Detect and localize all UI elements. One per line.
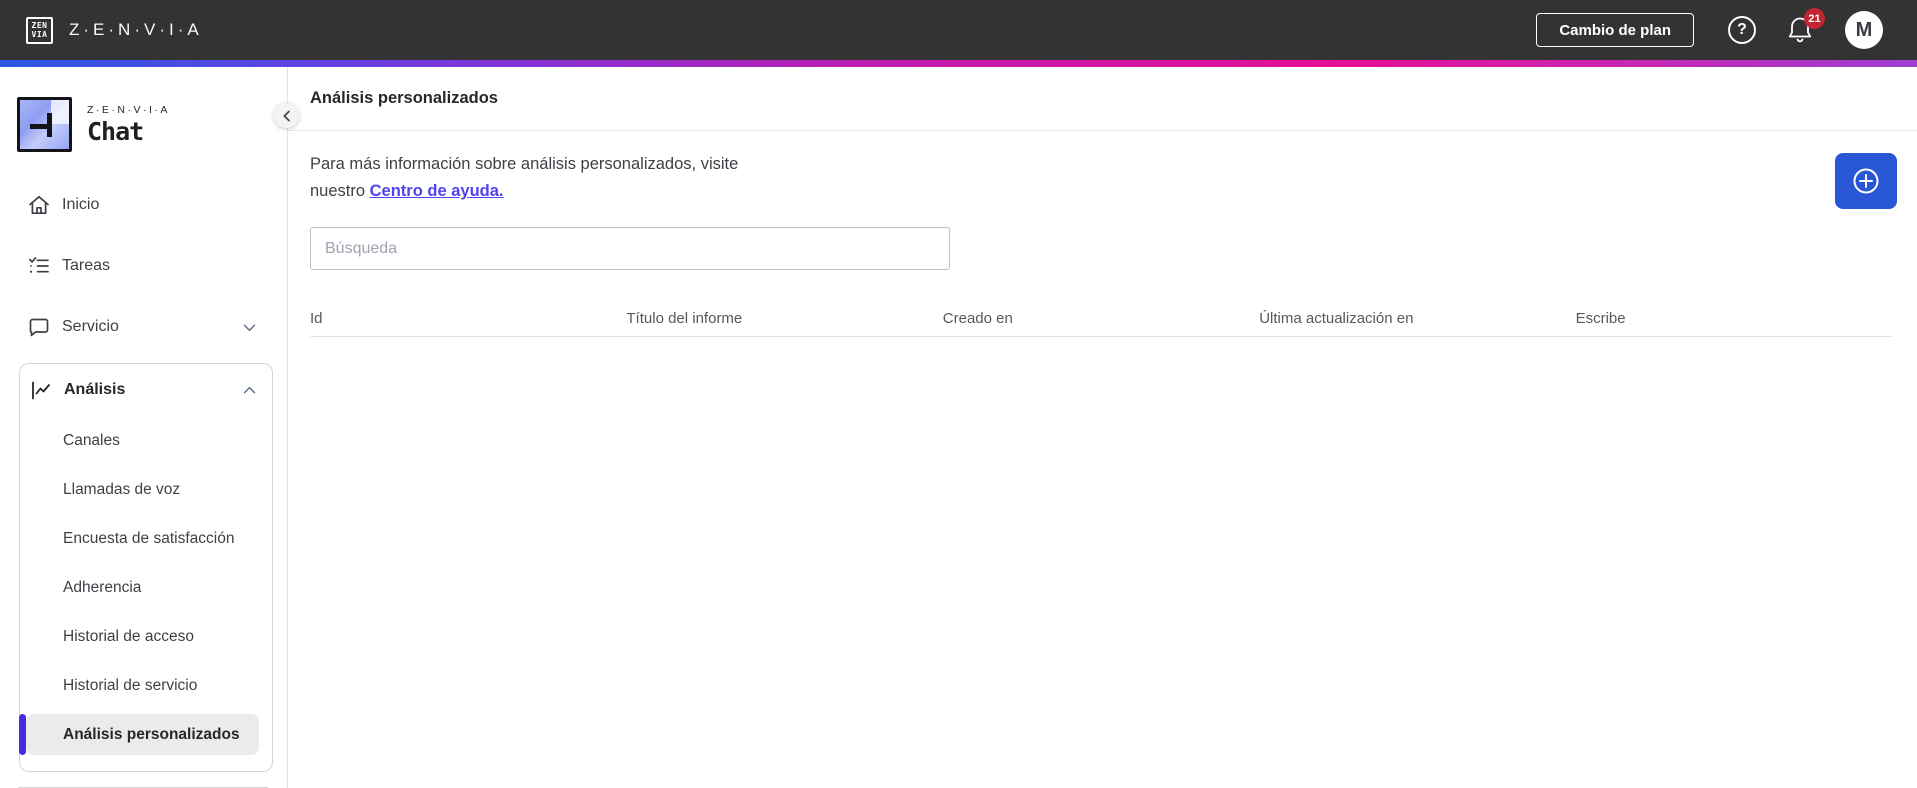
zenvia-logo-text-bottom: VIA (31, 30, 48, 39)
subitem-label: Encuesta de satisfacción (63, 529, 235, 547)
sidebar-item-label: Análisis (64, 381, 126, 398)
page-header: Análisis personalizados (288, 67, 1917, 131)
sidebar-collapse-button[interactable] (274, 103, 299, 128)
help-icon[interactable]: ? (1728, 16, 1756, 44)
add-report-button[interactable] (1835, 153, 1897, 209)
help-center-link[interactable]: Centro de ayuda. (370, 182, 504, 200)
column-header-id[interactable]: Id (310, 310, 626, 327)
subitem-label: Historial de servicio (63, 676, 198, 694)
sidebar-item-inicio[interactable]: Inicio (0, 180, 287, 230)
notifications-button[interactable]: 21 (1785, 8, 1825, 46)
sidebar-item-label: Inicio (62, 196, 100, 213)
sidebar-item-tareas[interactable]: Tareas (0, 241, 287, 291)
sidebar-item-label: Tareas (62, 257, 111, 274)
zenvia-chat-logo: Z·E·N·V·I·A Chat (17, 97, 287, 152)
subitem-label: Historial de acceso (63, 627, 194, 645)
table-body-empty (310, 337, 1892, 717)
accent-gradient-stripe (0, 60, 1917, 67)
subitem-label: Llamadas de voz (63, 480, 181, 498)
content-area: Para más información sobre análisis pers… (288, 131, 1917, 717)
column-header-ultima-actualizacion[interactable]: Última actualización en (1259, 310, 1575, 327)
sidebar-item-label: Servicio (62, 318, 119, 335)
chat-bubble-icon (27, 315, 51, 339)
zenvia-logo-text-top: ZEN (31, 21, 48, 30)
subitem-label: Análisis personalizados (63, 725, 240, 743)
chat-logo-icon (17, 97, 72, 152)
active-indicator-bar (19, 714, 26, 755)
plus-circle-icon (1853, 168, 1879, 194)
page-title: Análisis personalizados (310, 89, 498, 107)
sidebar-subitem-llamadas-de-voz[interactable]: Llamadas de voz (20, 465, 272, 514)
tasks-icon (27, 254, 51, 278)
sidebar-subitem-historial-de-acceso[interactable]: Historial de acceso (20, 612, 272, 661)
chevron-left-icon (282, 110, 290, 121)
brand-wordmark: Z·E·N·V·I·A (69, 20, 203, 39)
column-header-titulo[interactable]: Título del informe (626, 310, 942, 327)
user-avatar[interactable]: M (1845, 11, 1883, 49)
line-chart-icon (29, 378, 55, 402)
analysis-section: Análisis Canales Llamadas de voz Encuest… (19, 363, 273, 772)
zenvia-logo-icon: ZEN VIA (26, 16, 53, 44)
sidebar-subitem-analisis-personalizados[interactable]: Análisis personalizados (19, 710, 272, 759)
subitem-label: Adherencia (63, 578, 142, 596)
sidebar-item-analisis[interactable]: Análisis (20, 364, 272, 416)
notification-count-badge: 21 (1804, 8, 1825, 29)
column-header-escribe[interactable]: Escribe (1576, 310, 1892, 327)
sidebar: Z·E·N·V·I·A Chat Inicio Tareas Servicio … (0, 67, 288, 788)
chevron-down-icon (241, 319, 258, 336)
home-icon (27, 193, 51, 217)
intro-paragraph: Para más información sobre análisis pers… (310, 151, 790, 205)
subitem-label: Canales (63, 431, 120, 449)
main-content: Análisis personalizados Para más informa… (288, 67, 1917, 788)
sidebar-subitem-canales[interactable]: Canales (20, 416, 272, 465)
sidebar-subitem-encuesta-de-satisfaccion[interactable]: Encuesta de satisfacción (20, 514, 272, 563)
table-header-row: Id Título del informe Creado en Última a… (310, 300, 1892, 337)
sidebar-item-servicio[interactable]: Servicio (0, 302, 287, 352)
topbar: ZEN VIA Z·E·N·V·I·A Cambio de plan ? 21 … (0, 0, 1917, 60)
avatar-initial: M (1855, 18, 1873, 41)
sidebar-subitem-historial-de-servicio[interactable]: Historial de servicio (20, 661, 272, 710)
change-plan-button[interactable]: Cambio de plan (1536, 13, 1694, 47)
sidebar-subitem-adherencia[interactable]: Adherencia (20, 563, 272, 612)
search-input[interactable] (310, 227, 950, 270)
sidebar-product-text: Chat (87, 116, 144, 146)
sidebar-menu: Inicio Tareas Servicio (0, 180, 287, 352)
help-glyph: ? (1737, 21, 1747, 38)
sidebar-brand-text: Z·E·N·V·I·A (87, 103, 170, 116)
column-header-creado-en[interactable]: Creado en (943, 310, 1259, 327)
chevron-up-icon (241, 382, 258, 399)
